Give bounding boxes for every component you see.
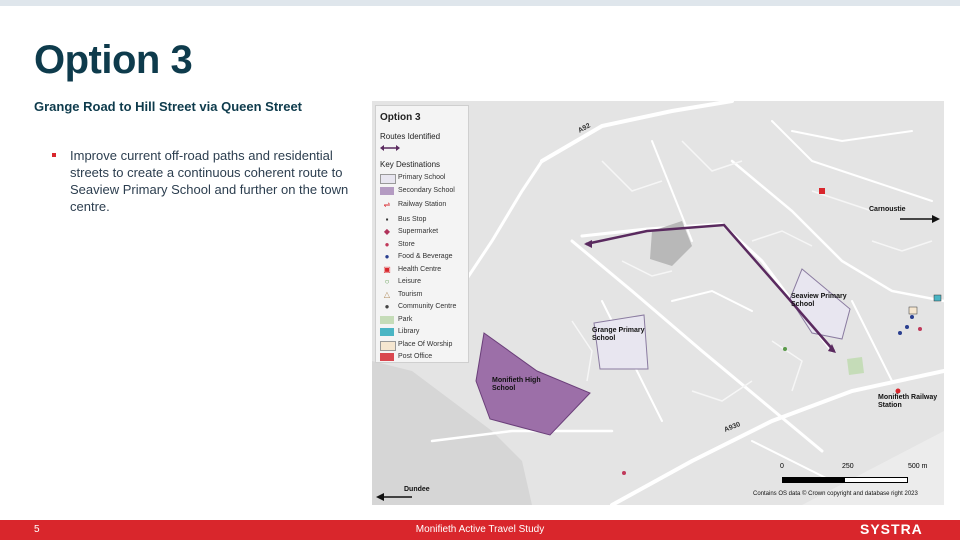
legend-item-tourism: Tourism xyxy=(398,291,423,298)
bullet-marker xyxy=(52,153,56,157)
legend-item-library: Library xyxy=(398,328,420,335)
bus-stop-icon: ▪ xyxy=(385,215,389,224)
legend-item-bus-stop: Bus Stop xyxy=(398,216,427,223)
bullet-item: Improve current off-road paths and resid… xyxy=(52,147,352,215)
place-of-worship-swatch xyxy=(380,341,396,351)
legend-routes-heading: Routes Identified xyxy=(380,132,441,141)
post-office-swatch xyxy=(380,353,394,361)
community-centre-icon: ● xyxy=(384,302,390,311)
park-swatch xyxy=(380,316,394,324)
tourism-icon: △ xyxy=(383,290,391,299)
legend-title: Option 3 xyxy=(380,112,421,123)
legend-item-food-beverage: Food & Beverage xyxy=(398,253,453,260)
legend-item-community-centre: Community Centre xyxy=(398,303,457,310)
route-line-swatch xyxy=(380,145,400,151)
slide-subtitle: Grange Road to Hill Street via Queen Str… xyxy=(34,99,303,114)
legend-item-place-of-worship: Place Of Worship xyxy=(398,341,453,348)
carnoustie-label: Carnoustie xyxy=(869,206,906,213)
health-centre-icon: ▣ xyxy=(383,265,391,274)
legend-item-leisure: Leisure xyxy=(398,278,421,285)
scale-bar: 0 250 500 m xyxy=(780,463,930,483)
scale-mid: 250 xyxy=(842,463,854,470)
route-map: Option 3 Routes Identified Key Destinati… xyxy=(372,101,944,505)
legend-item-supermarket: Supermarket xyxy=(398,228,439,235)
legend-item-health-centre: Health Centre xyxy=(398,266,442,273)
scale-zero: 0 xyxy=(780,463,784,470)
supermarket-icon: ◆ xyxy=(383,227,391,236)
study-name: Monifieth Active Travel Study xyxy=(415,524,545,535)
legend-item-railway-station: Railway Station xyxy=(398,201,447,208)
legend-item-secondary-school: Secondary School xyxy=(398,187,455,194)
footer-bar: 5 Monifieth Active Travel Study SYSTRA xyxy=(0,520,960,540)
top-band xyxy=(0,0,960,6)
leisure-icon: ○ xyxy=(384,277,390,286)
library-swatch xyxy=(380,328,394,336)
primary-school-swatch xyxy=(380,174,396,184)
legend-item-post-office: Post Office xyxy=(398,353,433,360)
dundee-label: Dundee xyxy=(404,486,430,493)
map-credit: Contains OS data © Crown copyright and d… xyxy=(753,491,918,497)
bullet-list: Improve current off-road paths and resid… xyxy=(52,147,352,215)
legend-destinations-heading: Key Destinations xyxy=(380,160,441,169)
secondary-school-swatch xyxy=(380,187,394,195)
grange-label: Grange Primary School xyxy=(592,327,645,342)
scale-end: 500 m xyxy=(908,463,928,470)
systra-logo: SYSTRA xyxy=(860,521,923,537)
railway-station-icon: ⇌ xyxy=(383,200,391,209)
station-label: Monifieth Railway Station xyxy=(878,394,938,409)
map-legend: Option 3 Routes Identified Key Destinati… xyxy=(375,105,469,363)
monifieth-high-label: Monifieth High School xyxy=(492,377,541,392)
slide-title: Option 3 xyxy=(34,38,193,82)
seaview-label: Seaview Primary School xyxy=(791,293,847,308)
legend-item-park: Park xyxy=(398,316,413,323)
scale-bar-graphic xyxy=(782,477,908,483)
store-icon: ● xyxy=(384,240,390,249)
legend-item-primary-school: Primary School xyxy=(398,174,446,181)
legend-item-store: Store xyxy=(398,241,415,248)
food-beverage-icon: ● xyxy=(384,252,390,261)
bullet-text: Improve current off-road paths and resid… xyxy=(70,148,349,214)
